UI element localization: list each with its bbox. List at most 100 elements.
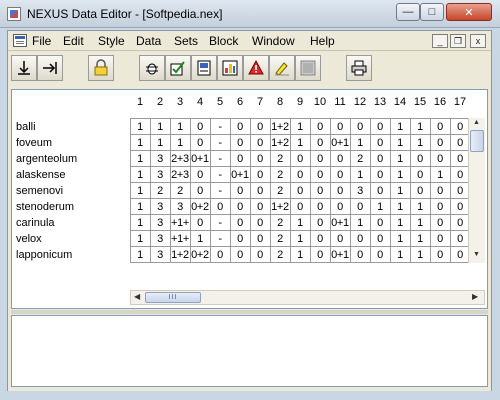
- matrix-cell[interactable]: 0: [330, 153, 350, 165]
- matrix-cell[interactable]: 0+2: [190, 249, 210, 261]
- matrix-cell[interactable]: 0: [370, 217, 390, 229]
- column-header[interactable]: 12: [350, 96, 370, 108]
- matrix-cell[interactable]: 0: [250, 137, 270, 149]
- column-header[interactable]: 5: [210, 96, 230, 108]
- matrix-cell[interactable]: 0: [230, 153, 250, 165]
- matrix-cell[interactable]: 0: [250, 249, 270, 261]
- matrix-cell[interactable]: -: [210, 153, 230, 165]
- matrix-cell[interactable]: 0: [430, 121, 450, 133]
- matrix-cell[interactable]: 0: [370, 169, 390, 181]
- mdi-minimize-button[interactable]: _: [432, 34, 448, 48]
- matrix-cell[interactable]: 1: [290, 233, 310, 245]
- matrix-cell[interactable]: 1: [290, 249, 310, 261]
- matrix-cell[interactable]: 3: [150, 153, 170, 165]
- move-down-button[interactable]: [11, 55, 37, 81]
- menu-file[interactable]: File: [32, 34, 51, 48]
- matrix-cell[interactable]: 0: [310, 217, 330, 229]
- matrix-cell[interactable]: 0: [450, 233, 470, 245]
- matrix-cell[interactable]: 1: [130, 137, 150, 149]
- matrix-cell[interactable]: 0: [350, 233, 370, 245]
- matrix-cell[interactable]: 0: [450, 201, 470, 213]
- matrix-cell[interactable]: 1: [390, 169, 410, 181]
- matrix-cell[interactable]: 0: [230, 201, 250, 213]
- matrix-cell[interactable]: 0: [250, 185, 270, 197]
- matrix-cell[interactable]: 0: [370, 137, 390, 149]
- matrix-cell[interactable]: 3: [150, 249, 170, 261]
- matrix-cell[interactable]: 1: [390, 153, 410, 165]
- matrix-grid[interactable]: 1 1 1 0-0 0 1+2 1 0 0 0 0 1 1 0 0 1 1 1 0-0 0 1+2 1 0 0+1 1 0 1 1 0 0…: [130, 118, 471, 263]
- menu-style[interactable]: Style: [98, 34, 125, 48]
- matrix-cell[interactable]: 3: [150, 169, 170, 181]
- matrix-cell[interactable]: 1: [350, 217, 370, 229]
- matrix-cell[interactable]: 1: [390, 121, 410, 133]
- matrix-cell[interactable]: 0: [330, 169, 350, 181]
- taxon-label[interactable]: stenoderum: [16, 201, 74, 213]
- matrix-cell[interactable]: 0: [450, 137, 470, 149]
- matrix-cell[interactable]: 0: [210, 249, 230, 261]
- matrix-cell[interactable]: 0: [310, 121, 330, 133]
- matrix-cell[interactable]: 1: [130, 169, 150, 181]
- matrix-cell[interactable]: 0: [450, 169, 470, 181]
- matrix-cell[interactable]: 3: [150, 201, 170, 213]
- vertical-scrollbar[interactable]: ▲ ▼: [468, 118, 485, 263]
- matrix-cell[interactable]: 0: [290, 169, 310, 181]
- column-header[interactable]: 15: [410, 96, 430, 108]
- matrix-cell[interactable]: 2: [270, 217, 290, 229]
- taxon-label[interactable]: lapponicum: [16, 249, 72, 261]
- menu-block[interactable]: Block: [209, 34, 238, 48]
- lock-button[interactable]: [88, 55, 114, 81]
- matrix-cell[interactable]: 0: [230, 185, 250, 197]
- matrix-cell[interactable]: 1: [130, 153, 150, 165]
- vertical-scroll-thumb[interactable]: [470, 130, 484, 152]
- menu-data[interactable]: Data: [136, 34, 161, 48]
- matrix-cell[interactable]: 0: [330, 121, 350, 133]
- matrix-cell[interactable]: 0: [350, 249, 370, 261]
- matrix-cell[interactable]: 0: [430, 201, 450, 213]
- matrix-cell[interactable]: 0: [430, 185, 450, 197]
- matrix-cell[interactable]: 0+1: [190, 153, 210, 165]
- matrix-cell[interactable]: 0: [350, 121, 370, 133]
- matrix-cell[interactable]: 1: [290, 121, 310, 133]
- matrix-cell[interactable]: 1: [390, 137, 410, 149]
- matrix-cell[interactable]: 1: [350, 137, 370, 149]
- matrix-cell[interactable]: 0: [370, 249, 390, 261]
- matrix-cell[interactable]: 0: [250, 217, 270, 229]
- taxon-label[interactable]: argenteolum: [16, 153, 77, 165]
- matrix-cell[interactable]: 0: [190, 121, 210, 133]
- matrix-cell[interactable]: 0+1: [330, 137, 350, 149]
- menu-sets[interactable]: Sets: [174, 34, 198, 48]
- matrix-cell[interactable]: 0: [290, 153, 310, 165]
- matrix-cell[interactable]: 0+1: [330, 217, 350, 229]
- matrix-cell[interactable]: 1: [130, 249, 150, 261]
- matrix-cell[interactable]: 0: [230, 249, 250, 261]
- matrix-cell[interactable]: 0: [430, 233, 450, 245]
- print-button[interactable]: [346, 55, 372, 81]
- matrix-cell[interactable]: -: [210, 169, 230, 181]
- matrix-cell[interactable]: 0: [370, 153, 390, 165]
- matrix-cell[interactable]: 0: [410, 153, 430, 165]
- scroll-left-icon[interactable]: ◀: [134, 292, 140, 301]
- matrix-cell[interactable]: 2: [270, 249, 290, 261]
- edit-check-button[interactable]: [165, 55, 191, 81]
- matrix-cell[interactable]: 0: [330, 201, 350, 213]
- matrix-cell[interactable]: 0: [250, 201, 270, 213]
- matrix-cell[interactable]: 0: [250, 153, 270, 165]
- matrix-cell[interactable]: 0: [250, 169, 270, 181]
- column-header[interactable]: 13: [370, 96, 390, 108]
- matrix-cell[interactable]: 1: [130, 185, 150, 197]
- matrix-cell[interactable]: 1: [130, 233, 150, 245]
- matrix-cell[interactable]: 1+2: [270, 201, 290, 213]
- matrix-cell[interactable]: 2: [270, 185, 290, 197]
- matrix-cell[interactable]: 1: [410, 201, 430, 213]
- matrix-cell[interactable]: 2+3: [170, 153, 190, 165]
- matrix-cell[interactable]: 1: [410, 249, 430, 261]
- matrix-cell[interactable]: 0: [370, 121, 390, 133]
- column-header[interactable]: 17: [450, 96, 470, 108]
- matrix-cell[interactable]: 0: [210, 201, 230, 213]
- scroll-down-icon[interactable]: ▼: [473, 251, 480, 258]
- matrix-cell[interactable]: 0: [310, 201, 330, 213]
- matrix-cell[interactable]: 0: [430, 137, 450, 149]
- document-icon[interactable]: [13, 34, 27, 47]
- scroll-up-icon[interactable]: ▲: [473, 119, 480, 126]
- matrix-cell[interactable]: 0: [310, 169, 330, 181]
